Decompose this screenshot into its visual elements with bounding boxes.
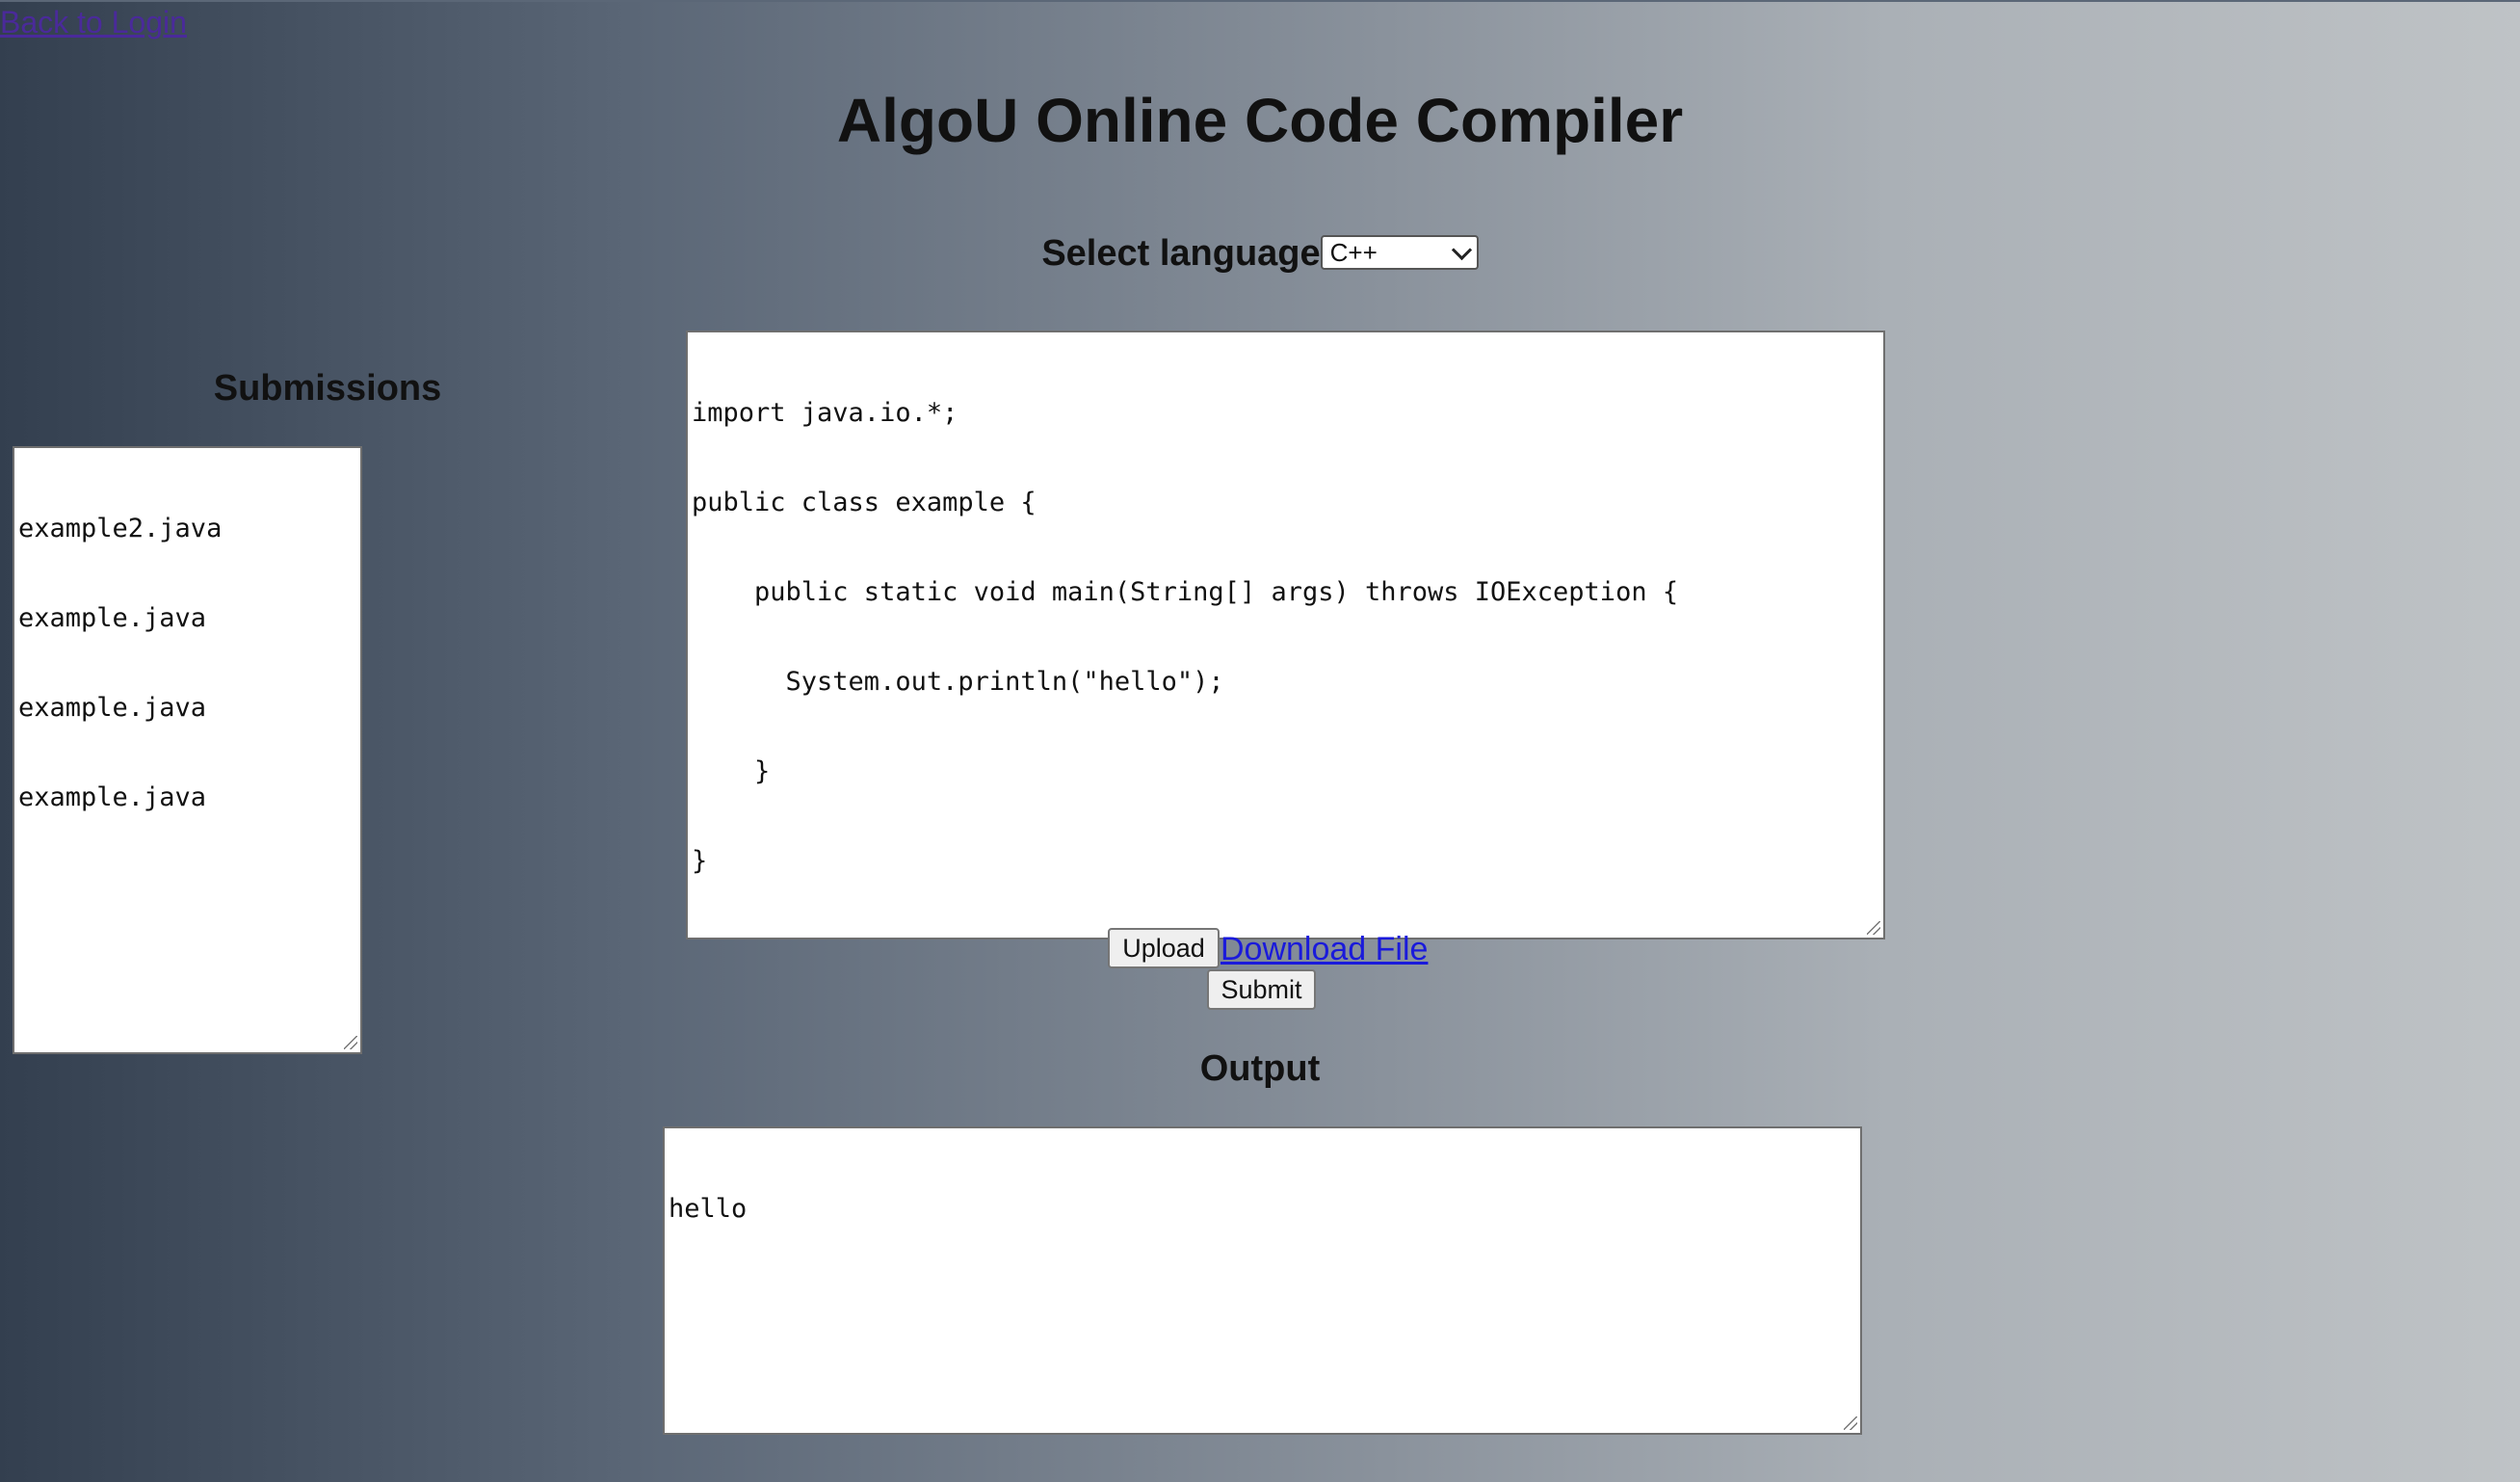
chevron-down-icon (1451, 239, 1472, 260)
page-title: AlgoU Online Code Compiler (836, 86, 1684, 155)
submission-item[interactable]: example.java (18, 603, 356, 633)
submissions-list[interactable]: example2.java example.java example.java … (13, 446, 362, 1054)
code-line: public class example { (692, 488, 1037, 517)
submissions-title: Submissions (213, 368, 442, 409)
language-row: Select language C++ (0, 229, 2520, 278)
resize-handle[interactable] (1867, 921, 1880, 935)
submission-item[interactable]: example.java (18, 782, 356, 812)
language-label: Select language (1041, 233, 1321, 274)
resize-handle[interactable] (1844, 1416, 1857, 1430)
code-editor[interactable]: import java.io.*; public class example {… (686, 331, 1885, 939)
code-line: } (692, 846, 708, 876)
upload-button[interactable]: Upload (1108, 928, 1220, 968)
submit-button[interactable]: Submit (1207, 969, 1316, 1010)
output-title: Output (1199, 1048, 1321, 1089)
submission-item[interactable]: example2.java (18, 514, 356, 543)
download-file-link[interactable]: Download File (1221, 930, 1428, 968)
language-selected-value: C++ (1329, 237, 1378, 267)
output-text: hello (669, 1194, 748, 1224)
code-line: System.out.println("hello"); (692, 667, 1224, 697)
submission-item[interactable]: example.java (18, 693, 356, 723)
output-box[interactable]: hello (663, 1126, 1862, 1435)
language-select[interactable]: C++ (1320, 235, 1479, 270)
back-to-login-link[interactable]: Back to Login (0, 4, 187, 40)
code-line: import java.io.*; (692, 398, 958, 428)
code-line: } (692, 756, 771, 786)
code-line: public static void main(String[] args) t… (692, 577, 1679, 607)
